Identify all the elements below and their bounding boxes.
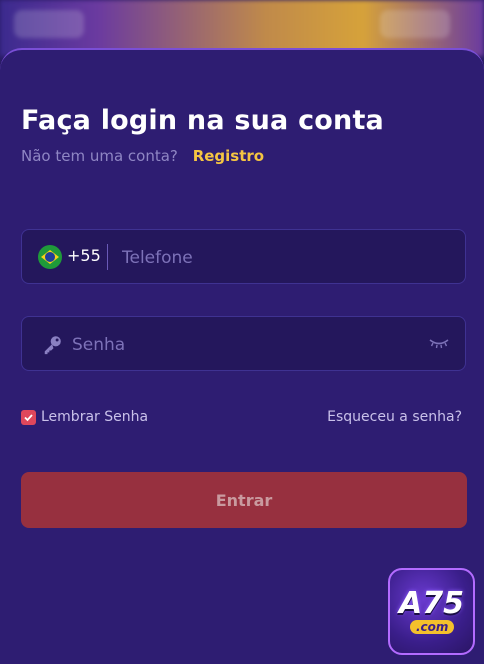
forgot-password-link[interactable]: Esqueceu a senha? xyxy=(327,409,462,425)
divider xyxy=(107,244,108,270)
brand-logo: A75 .com xyxy=(388,568,475,655)
brazil-flag-icon[interactable] xyxy=(38,245,62,269)
register-prompt-text: Não tem uma conta? xyxy=(21,147,178,165)
register-link[interactable]: Registro xyxy=(193,147,264,165)
remember-label: Lembrar Senha xyxy=(41,409,149,425)
banner-decoration xyxy=(380,10,450,38)
eye-closed-icon[interactable] xyxy=(429,336,449,350)
page-title: Faça login na sua conta xyxy=(21,105,384,136)
checkmark-icon xyxy=(24,413,33,421)
login-button[interactable]: Entrar xyxy=(21,472,467,528)
phone-input[interactable] xyxy=(120,230,444,285)
logo-suffix: .com xyxy=(410,620,455,634)
phone-field[interactable]: +55 xyxy=(21,229,466,285)
country-code[interactable]: +55 xyxy=(67,246,101,265)
banner-decoration xyxy=(14,10,84,38)
remember-checkbox[interactable] xyxy=(21,409,36,425)
logo-brand: A75 xyxy=(399,586,464,621)
register-prompt: Não tem uma conta? Registro xyxy=(21,147,264,165)
remember-password[interactable]: Lembrar Senha xyxy=(21,409,148,425)
password-input[interactable] xyxy=(70,317,414,372)
key-icon xyxy=(44,336,61,355)
password-field[interactable] xyxy=(21,316,466,372)
